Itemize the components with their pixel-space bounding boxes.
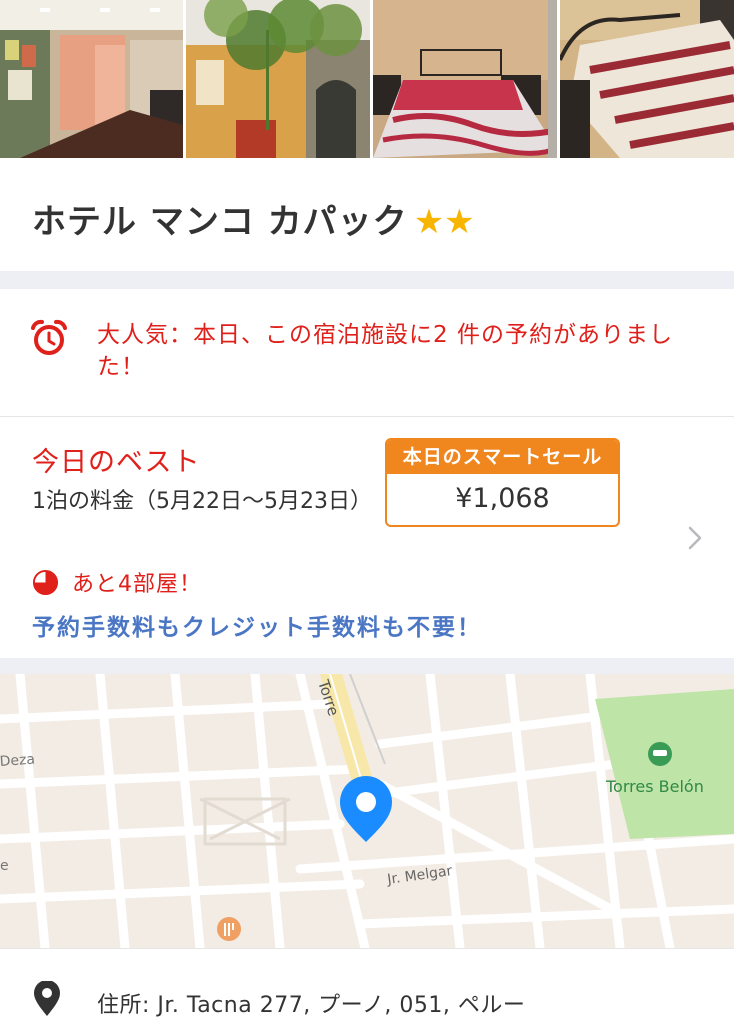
smart-sale-box[interactable]: 本日のスマートセール ¥1,068 — [385, 438, 620, 527]
bedroom-photo-2[interactable] — [560, 0, 734, 158]
section-divider — [0, 658, 734, 674]
bedroom-photo-1[interactable] — [373, 0, 557, 158]
smart-sale-label: 本日のスマートセール — [387, 440, 618, 474]
section-divider — [0, 271, 734, 289]
map-pin-icon — [34, 981, 60, 1016]
location-map[interactable]: Torres Belón Deza Torre Jr. Melgar e — [0, 674, 734, 948]
pie-chart-icon — [32, 569, 59, 595]
lobby-photo[interactable] — [0, 0, 183, 158]
no-fee-notice: 予約手数料もクレジット手数料も不要！ — [32, 615, 482, 641]
address-row[interactable]: 住所: Jr. Tacna 277, プーノ, 051, ペルー — [0, 948, 734, 1024]
address-text: 住所: Jr. Tacna 277, プーノ, 051, ペルー — [97, 993, 526, 1018]
park-label: Torres Belón — [605, 777, 704, 796]
restaurant-marker-icon[interactable] — [217, 917, 241, 941]
star-rating: ★★ — [413, 202, 475, 242]
hotel-name-text: ホテル マンコ カパック — [32, 202, 408, 242]
rooms-left-row: あと4部屋！ — [32, 566, 202, 598]
popularity-message: 大人気：本日、この宿泊施設に2 件の予約がありました！ — [97, 322, 673, 380]
best-deal-title: 今日のベスト — [32, 447, 201, 478]
hotel-header: ホテル マンコ カパック ★★ — [0, 158, 734, 271]
photo-strip[interactable] — [0, 0, 734, 158]
rooms-left-text: あと4部屋！ — [72, 572, 202, 597]
chevron-right-icon[interactable] — [684, 523, 706, 553]
exterior-photo[interactable] — [186, 0, 370, 158]
price-description: 1泊の料金（5月22日～5月23日） — [32, 489, 372, 514]
hotel-name: ホテル マンコ カパック ★★ — [32, 194, 475, 243]
street-label-deza: Deza — [0, 752, 36, 770]
best-deal-card[interactable]: 今日のベスト 1泊の料金（5月22日～5月23日） 本日のスマートセール ¥1,… — [0, 418, 734, 658]
sale-price: ¥1,068 — [455, 483, 550, 514]
street-label-edge: e — [0, 858, 9, 874]
popularity-alert: 大人気：本日、この宿泊施設に2 件の予約がありました！ — [0, 289, 734, 417]
alarm-clock-icon — [31, 319, 67, 355]
